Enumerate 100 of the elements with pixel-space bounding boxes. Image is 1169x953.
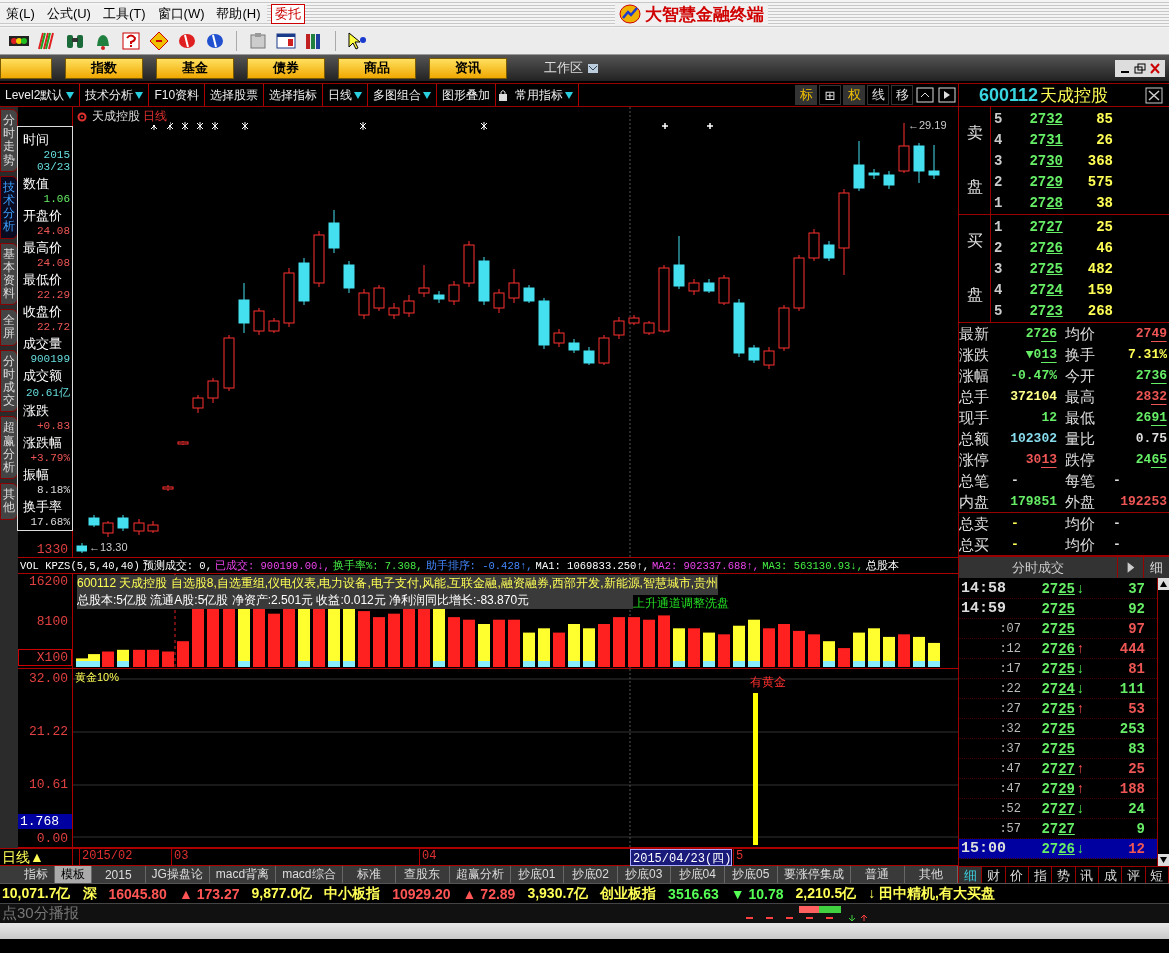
volume-bar	[568, 624, 580, 667]
quote-value: 102302	[1009, 430, 1058, 448]
trade-row[interactable]: 14:59 2725 92	[959, 599, 1157, 619]
collapse-icon[interactable]	[916, 87, 934, 103]
pointer-icon[interactable]	[346, 31, 368, 51]
data-label: 最低价	[23, 271, 63, 289]
indicator-value: 换手率%: 7.308,	[332, 558, 423, 573]
lock-icon[interactable]	[498, 89, 509, 101]
menu-item[interactable]: 工具(T)	[96, 5, 152, 23]
workspace-label[interactable]: 工作区	[544, 59, 583, 77]
trade-volume: 37	[1127, 580, 1145, 597]
scroll-down-icon[interactable]	[1158, 854, 1169, 866]
side-tab[interactable]: 超赢分析	[0, 416, 18, 480]
window-icon[interactable]	[275, 31, 297, 51]
indicator-value: 预测成交: 0,	[142, 558, 212, 573]
trade-arrow: ↓	[1075, 660, 1086, 677]
trade-row[interactable]: 15:00 2726↓ 12	[959, 839, 1157, 859]
trade-volume: 9	[1135, 820, 1145, 837]
candlestick	[718, 274, 730, 306]
view-button[interactable]: 权	[843, 85, 865, 105]
volume-bar	[177, 641, 189, 667]
trade-row[interactable]: :47 2729↑ 188	[959, 779, 1157, 799]
quote-label: 总笔	[959, 471, 990, 491]
restore-icon[interactable]	[1133, 61, 1147, 75]
candlestick	[133, 518, 145, 536]
period-label[interactable]: 日线▲	[0, 849, 73, 865]
trade-row[interactable]: :17 2725↓ 81	[959, 659, 1157, 679]
side-tab[interactable]: 分时成交	[0, 349, 18, 413]
side-tab[interactable]: 基本资料	[0, 242, 18, 306]
quote-label: 涨停	[959, 450, 990, 470]
order-volume: 38	[1095, 194, 1113, 211]
trade-row[interactable]: :47 2727↑ 25	[959, 759, 1157, 779]
axis-label: 32.00	[29, 671, 68, 686]
candlestick	[643, 320, 655, 336]
nav-button[interactable]: 基金	[156, 57, 234, 79]
candlestick	[883, 170, 895, 190]
volume-bar	[838, 648, 850, 667]
volume-bar	[598, 624, 610, 667]
dropdown-icon[interactable]	[565, 91, 574, 99]
view-button[interactable]: 移	[891, 85, 913, 105]
candlestick	[238, 282, 250, 334]
menu-item[interactable]: 公式(U)	[40, 5, 97, 23]
candlestick	[253, 307, 265, 336]
nav-button[interactable]	[0, 57, 52, 79]
broadcast-label: 点30分播报	[1, 904, 79, 923]
data-label: 最高价	[23, 239, 63, 257]
view-button[interactable]: 线	[867, 85, 889, 105]
view-button[interactable]: ⊞	[819, 85, 841, 105]
candlestick	[373, 284, 385, 312]
candlestick	[598, 334, 610, 366]
nav-button[interactable]: 指数	[65, 57, 143, 79]
close-icon[interactable]	[1145, 86, 1163, 104]
nav-button[interactable]: 商品	[338, 57, 416, 79]
diamond-icon[interactable]	[148, 31, 170, 51]
menu-item[interactable]: 窗口(W)	[151, 5, 211, 23]
trade-arrow: ↑	[1075, 760, 1086, 777]
scroll-up-icon[interactable]	[1158, 578, 1169, 590]
data-label: 换手率	[23, 498, 63, 516]
side-tab[interactable]: 技术分析	[0, 175, 18, 239]
tab[interactable]: 模板	[55, 866, 92, 883]
trade-volume: 92	[1127, 600, 1145, 617]
candlestick	[88, 514, 100, 528]
trade-row[interactable]: :07 2725 97	[959, 619, 1157, 639]
menu-item[interactable]: 帮助(H)	[210, 5, 267, 23]
data-value: 24.08	[36, 257, 71, 269]
candlestick	[778, 304, 790, 352]
trade-row[interactable]: :27 2725↑ 53	[959, 699, 1157, 719]
side-tab[interactable]: 分时走势	[0, 109, 18, 172]
trade-row[interactable]: :37 2725 83	[959, 739, 1157, 759]
clipboard-icon[interactable]	[247, 31, 269, 51]
trade-time: :17	[998, 661, 1022, 676]
trade-row[interactable]: :12 2726↑ 444	[959, 639, 1157, 659]
dropdown-icon[interactable]	[588, 63, 598, 73]
trade-row[interactable]: :52 2727↓ 24	[959, 799, 1157, 819]
scrollbar[interactable]	[1157, 578, 1169, 866]
tab[interactable]: 细	[959, 867, 983, 883]
nav-button[interactable]: 资讯	[429, 57, 507, 79]
trade-volume: 444	[1118, 640, 1145, 657]
side-tab[interactable]: 全屏	[0, 309, 18, 346]
view-button[interactable]: 标	[795, 85, 817, 105]
ticker-item: 创业板指	[600, 884, 657, 903]
quote-label: 今开	[1064, 366, 1096, 386]
trade-arrow: ↑	[1075, 700, 1086, 717]
disc-icon[interactable]	[204, 31, 226, 51]
trade-arrow: ↑	[1075, 640, 1086, 657]
menu-item[interactable]: 策(L)	[0, 5, 41, 23]
gear-icon[interactable]	[77, 111, 87, 122]
nav-button[interactable]: 债券	[247, 57, 325, 79]
quote-value: 12	[1040, 409, 1058, 427]
ticker-item: 2,210.5亿	[795, 884, 857, 903]
disc-icon[interactable]	[176, 31, 198, 51]
card-icon[interactable]	[120, 31, 142, 51]
candlestick	[823, 240, 835, 262]
trade-row[interactable]: :22 2724↓ 111	[959, 679, 1157, 699]
trade-arrow: ↓	[1075, 800, 1086, 817]
trade-row[interactable]: 14:58 2725↓ 37	[959, 579, 1157, 599]
data-label: 开盘价	[23, 207, 63, 225]
side-tab[interactable]: 其他	[0, 483, 18, 520]
trade-row[interactable]: :32 2725 253	[959, 719, 1157, 739]
volume-bar	[478, 624, 490, 667]
